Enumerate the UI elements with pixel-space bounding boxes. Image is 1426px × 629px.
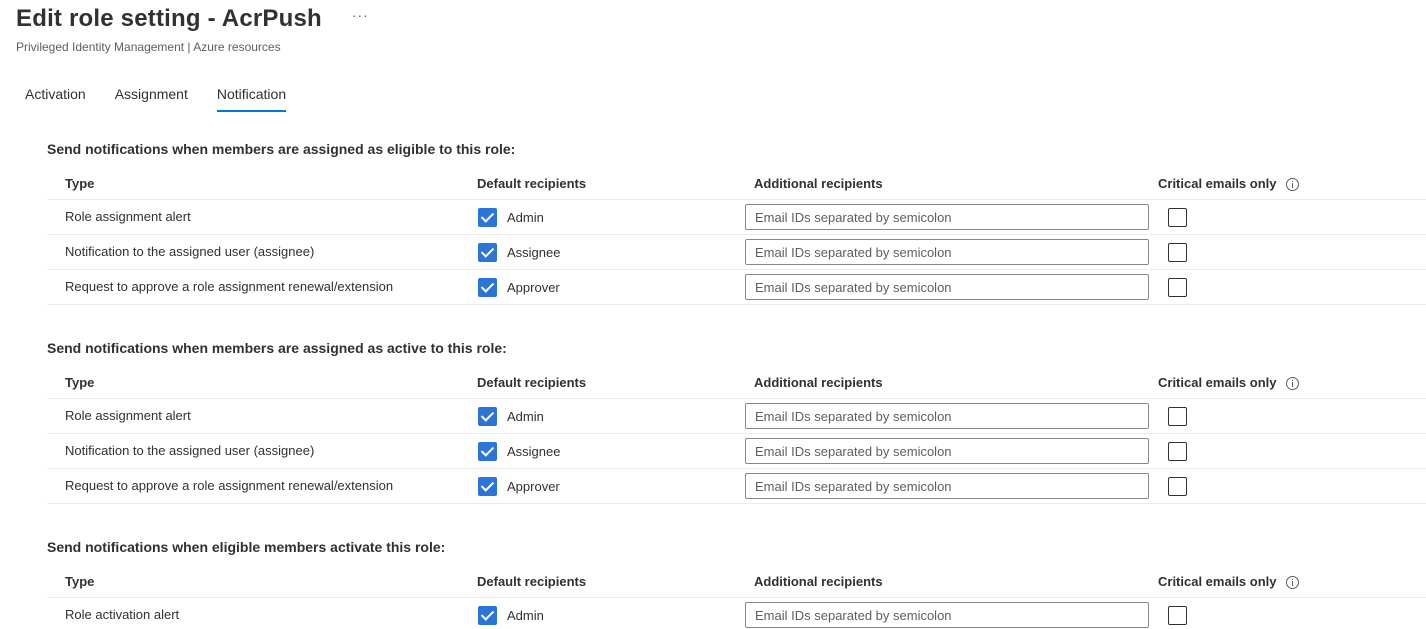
row-type: Role activation alert (65, 607, 180, 622)
section-eligible-assignment: Send notifications when members are assi… (47, 139, 1426, 305)
column-header-critical-label: Critical emails only (1158, 375, 1277, 390)
column-header-critical-label: Critical emails only (1158, 574, 1277, 589)
default-recipient-checkbox[interactable] (478, 606, 497, 625)
notification-table: Type Default recipients Additional recip… (47, 167, 1426, 305)
tab-activation[interactable]: Activation (25, 84, 86, 112)
default-recipient-checkbox[interactable] (478, 278, 497, 297)
additional-recipients-input[interactable] (745, 438, 1149, 464)
critical-emails-checkbox[interactable] (1168, 243, 1187, 262)
critical-emails-checkbox[interactable] (1168, 477, 1187, 496)
column-header-additional-recipients: Additional recipients (754, 375, 883, 390)
column-header-default-recipients: Default recipients (477, 375, 587, 390)
column-header-critical-label: Critical emails only (1158, 176, 1277, 191)
more-options-button[interactable]: ··· (350, 5, 371, 25)
notification-table: Type Default recipients Additional recip… (47, 565, 1426, 629)
table-row: Notification to the assigned user (assig… (47, 434, 1426, 469)
column-header-critical-emails: Critical emails only (1158, 374, 1299, 392)
row-type: Role assignment alert (65, 408, 191, 423)
default-recipient: Admin (478, 606, 544, 625)
table-header: Type Default recipients Additional recip… (47, 366, 1426, 399)
additional-recipients-input[interactable] (745, 239, 1149, 265)
table-row: Request to approve a role assignment ren… (47, 469, 1426, 504)
critical-emails-checkbox[interactable] (1168, 208, 1187, 227)
info-icon[interactable] (1285, 177, 1299, 191)
default-recipient: Approver (478, 278, 560, 297)
column-header-additional-recipients: Additional recipients (754, 176, 883, 191)
default-recipient: Admin (478, 407, 544, 426)
row-type: Request to approve a role assignment ren… (65, 478, 394, 493)
default-recipient-label: Approver (507, 478, 560, 494)
page-title: Edit role setting - AcrPush (16, 5, 322, 32)
default-recipient: Assignee (478, 243, 560, 262)
default-recipient-label: Assignee (507, 244, 561, 260)
title-row: Edit role setting - AcrPush ··· (16, 4, 371, 34)
column-header-additional-recipients: Additional recipients (754, 574, 883, 589)
column-header-critical-emails: Critical emails only (1158, 175, 1299, 193)
section-title: Send notifications when members are assi… (47, 141, 516, 157)
default-recipient: Admin (478, 208, 544, 227)
default-recipient: Approver (478, 477, 560, 496)
section-active-assignment: Send notifications when members are assi… (47, 338, 1426, 504)
default-recipient-label: Admin (507, 408, 544, 424)
info-icon[interactable] (1285, 376, 1299, 390)
additional-recipients-input[interactable] (745, 274, 1149, 300)
tab-assignment[interactable]: Assignment (115, 84, 188, 112)
page-header: Edit role setting - AcrPush ··· Privileg… (16, 4, 371, 54)
section-eligible-activation: Send notifications when eligible members… (47, 537, 1426, 628)
default-recipient-checkbox[interactable] (478, 477, 497, 496)
critical-emails-checkbox[interactable] (1168, 278, 1187, 297)
table-row: Role assignment alert Admin (47, 200, 1426, 235)
additional-recipients-input[interactable] (745, 204, 1149, 230)
table-header: Type Default recipients Additional recip… (47, 565, 1426, 598)
default-recipient-label: Admin (507, 607, 544, 623)
column-header-type: Type (65, 375, 95, 390)
default-recipient-label: Admin (507, 209, 544, 225)
additional-recipients-input[interactable] (745, 473, 1149, 499)
critical-emails-checkbox[interactable] (1168, 442, 1187, 461)
column-header-critical-emails: Critical emails only (1158, 573, 1299, 591)
additional-recipients-input[interactable] (745, 403, 1149, 429)
column-header-type: Type (65, 574, 95, 589)
table-row: Request to approve a role assignment ren… (47, 270, 1426, 305)
default-recipient-label: Assignee (507, 443, 561, 459)
table-row: Notification to the assigned user (assig… (47, 235, 1426, 270)
section-title: Send notifications when members are assi… (47, 340, 507, 356)
default-recipient-checkbox[interactable] (478, 243, 497, 262)
row-type: Notification to the assigned user (assig… (65, 443, 315, 458)
column-header-type: Type (65, 176, 95, 191)
notification-table: Type Default recipients Additional recip… (47, 366, 1426, 504)
tab-notification[interactable]: Notification (216, 84, 287, 112)
table-row: Role assignment alert Admin (47, 399, 1426, 434)
table-row: Role activation alert Admin (47, 598, 1426, 629)
additional-recipients-input[interactable] (745, 602, 1149, 628)
critical-emails-checkbox[interactable] (1168, 407, 1187, 426)
tab-bar: Activation Assignment Notification (25, 84, 315, 112)
info-icon[interactable] (1285, 575, 1299, 589)
row-type: Role assignment alert (65, 209, 191, 224)
critical-emails-checkbox[interactable] (1168, 606, 1187, 625)
default-recipient-label: Approver (507, 279, 560, 295)
default-recipient-checkbox[interactable] (478, 208, 497, 227)
column-header-default-recipients: Default recipients (477, 176, 587, 191)
section-title: Send notifications when eligible members… (47, 539, 446, 555)
default-recipient-checkbox[interactable] (478, 407, 497, 426)
row-type: Notification to the assigned user (assig… (65, 244, 315, 259)
breadcrumb: Privileged Identity Management | Azure r… (16, 40, 281, 54)
table-header: Type Default recipients Additional recip… (47, 167, 1426, 200)
default-recipient-checkbox[interactable] (478, 442, 497, 461)
default-recipient: Assignee (478, 442, 560, 461)
row-type: Request to approve a role assignment ren… (65, 279, 394, 294)
column-header-default-recipients: Default recipients (477, 574, 587, 589)
